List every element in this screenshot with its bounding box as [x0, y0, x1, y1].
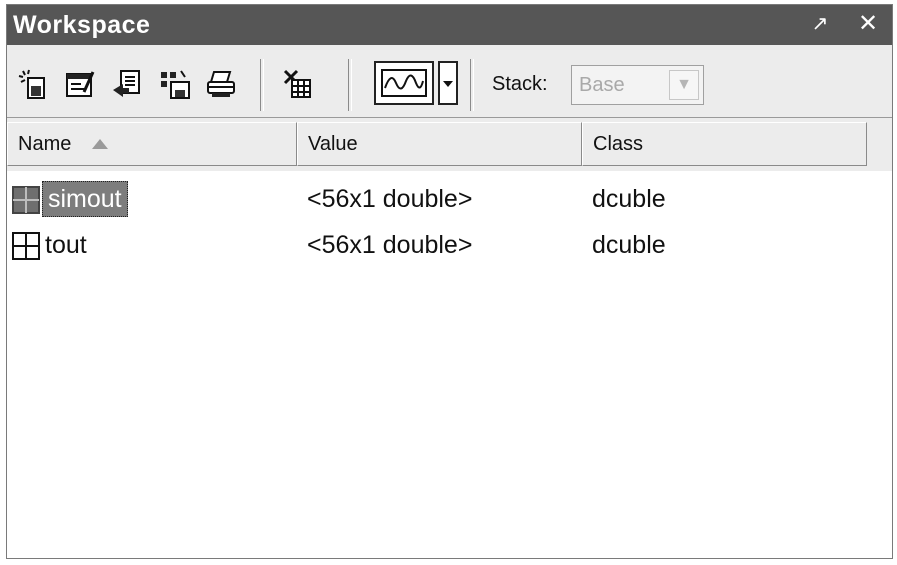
toolbar-separator: [470, 59, 474, 111]
close-button[interactable]: ✕: [855, 9, 881, 39]
column-header-label: Name: [18, 133, 72, 155]
column-header-row: Name Value Class: [7, 118, 892, 171]
column-header-value[interactable]: Value: [297, 122, 582, 166]
column-header-label: Class: [593, 133, 644, 155]
plot-button[interactable]: [374, 61, 434, 105]
import-data-icon[interactable]: [111, 68, 143, 100]
column-header-name[interactable]: Name: [7, 122, 297, 166]
matrix-variable-icon: [12, 232, 40, 260]
variable-name: simout: [42, 181, 128, 217]
toolbar-separator: [348, 59, 352, 111]
stack-label: Stack:: [492, 73, 548, 95]
matrix-variable-icon: [12, 186, 40, 214]
open-selection-icon[interactable]: [64, 68, 96, 100]
stack-select-value: Base: [579, 74, 625, 96]
column-header-class[interactable]: Class: [582, 122, 867, 166]
stack-select[interactable]: Base ▼: [571, 65, 704, 105]
delete-icon[interactable]: [282, 68, 314, 100]
chevron-down-icon[interactable]: ▼: [669, 70, 699, 100]
workspace-window: Workspace ↗ ✕ Stack: Base ▼ Name Value C…: [6, 4, 893, 559]
toolbar-separator: [260, 59, 264, 111]
variable-list: simout <56x1 double> dcuble tout <56x1 d…: [7, 171, 892, 558]
variable-name: tout: [45, 231, 87, 259]
sort-ascending-icon: [92, 139, 108, 149]
new-variable-icon[interactable]: [17, 68, 49, 100]
variable-value: <56x1 double>: [307, 185, 473, 213]
title-bar[interactable]: Workspace ↗ ✕: [7, 5, 892, 45]
variable-class: dcuble: [592, 231, 666, 259]
table-row[interactable]: simout <56x1 double> dcuble: [7, 177, 892, 223]
chevron-down-icon: [443, 81, 453, 87]
plot-dropdown-button[interactable]: [438, 61, 458, 105]
variable-value: <56x1 double>: [307, 231, 473, 259]
table-row[interactable]: tout <56x1 double> dcuble: [7, 223, 892, 269]
waveform-plot-icon: [381, 69, 427, 97]
column-header-label: Value: [308, 133, 358, 155]
variable-class: dcuble: [592, 185, 666, 213]
undock-button[interactable]: ↗: [807, 9, 833, 39]
window-title: Workspace: [13, 11, 151, 39]
print-icon[interactable]: [205, 68, 237, 100]
toolbar: Stack: Base ▼: [7, 45, 892, 118]
save-icon[interactable]: [159, 68, 191, 100]
